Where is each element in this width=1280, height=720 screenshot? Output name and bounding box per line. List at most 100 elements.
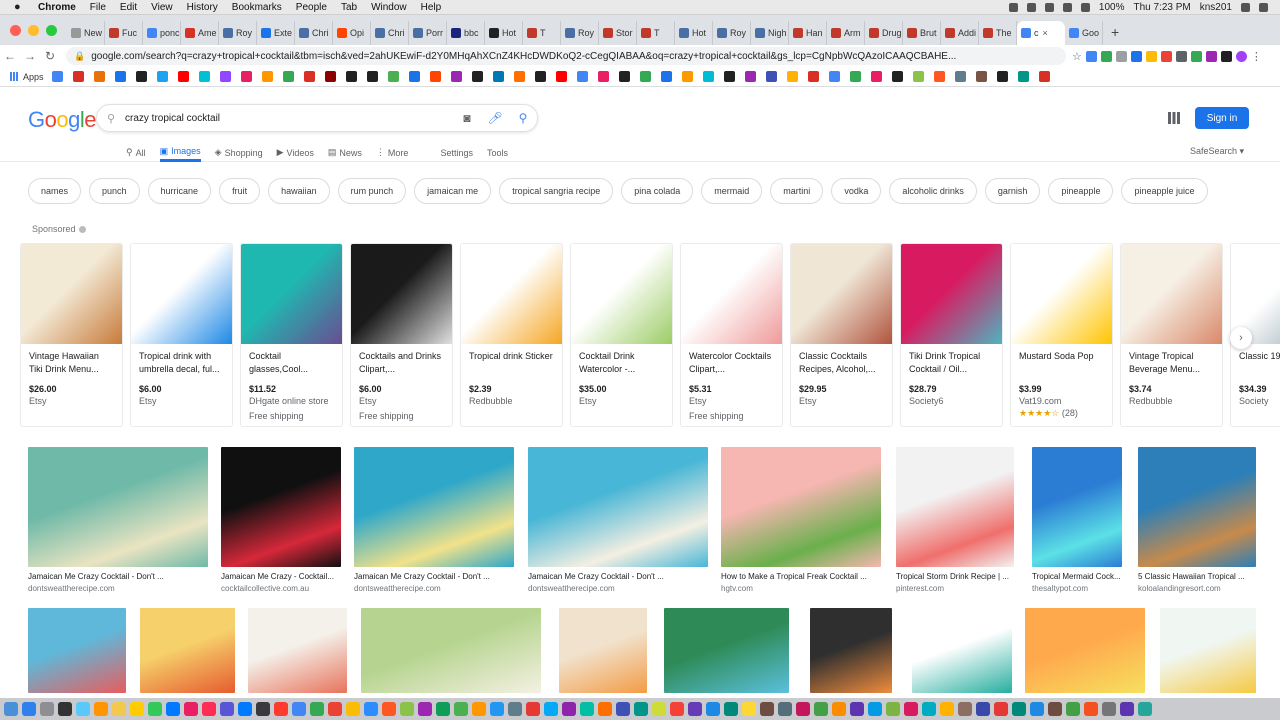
puzzle-icon[interactable] [1220, 50, 1232, 62]
result-title[interactable]: Jamaican Me Crazy Cocktail - Don't ... [354, 572, 514, 581]
bookmark-icon[interactable] [912, 71, 924, 82]
product-image[interactable] [131, 244, 232, 344]
dock-app-icon[interactable] [364, 702, 378, 716]
dock-app-icon[interactable] [994, 702, 1008, 716]
bookmark-icon[interactable] [72, 71, 84, 82]
dock-app-icon[interactable] [382, 702, 396, 716]
bookmark-icon[interactable] [492, 71, 504, 82]
extension-icon[interactable] [1145, 50, 1157, 62]
browser-tab[interactable]: Chri [295, 21, 333, 45]
browser-tab[interactable]: Stor [599, 21, 637, 45]
username[interactable]: kns201 [1200, 2, 1232, 13]
product-card[interactable]: Tropical drink with umbrella decal, ful.… [130, 243, 233, 427]
bookmark-icon[interactable] [849, 71, 861, 82]
browser-tab[interactable]: Brut [903, 21, 941, 45]
browser-tab[interactable]: bbc [447, 21, 485, 45]
dock-app-icon[interactable] [742, 702, 756, 716]
status-icon[interactable] [1062, 2, 1072, 12]
result-thumbnail[interactable] [361, 608, 541, 693]
result-thumbnail[interactable] [896, 447, 1014, 567]
browser-tab[interactable]: Opi [333, 21, 371, 45]
bookmark-icon[interactable] [513, 71, 525, 82]
bookmark-icon[interactable] [639, 71, 651, 82]
bookmark-icon[interactable] [156, 71, 168, 82]
dock-app-icon[interactable] [922, 702, 936, 716]
bookmark-icon[interactable] [408, 71, 420, 82]
bookmark-icon[interactable] [534, 71, 546, 82]
image-result[interactable] [1025, 608, 1145, 693]
bookmark-icon[interactable] [240, 71, 252, 82]
result-thumbnail[interactable] [140, 608, 235, 693]
result-source[interactable]: dontsweattherecipe.com [354, 584, 514, 593]
tab-settings[interactable]: Settings [440, 143, 473, 162]
dock-app-icon[interactable] [706, 702, 720, 716]
result-title[interactable]: Tropical Mermaid Cock... [1032, 572, 1122, 581]
browser-tab[interactable]: Addi [941, 21, 979, 45]
dock-app-icon[interactable] [346, 702, 360, 716]
image-result[interactable]: Jamaican Me Crazy Cocktail - Don't ... do… [354, 447, 514, 593]
result-title[interactable]: Jamaican Me Crazy - Cocktail... [221, 572, 341, 581]
status-icon[interactable] [1044, 2, 1054, 12]
browser-tab[interactable]: Porr [409, 21, 447, 45]
refinement-chip[interactable]: mermaid [701, 178, 763, 204]
status-icon[interactable] [1026, 2, 1036, 12]
browser-tab[interactable]: The [979, 21, 1017, 45]
bookmark-icon[interactable] [450, 71, 462, 82]
dock-app-icon[interactable] [292, 702, 306, 716]
refinement-chip[interactable]: alcoholic drinks [889, 178, 977, 204]
menu-help[interactable]: Help [421, 2, 442, 13]
image-result[interactable] [912, 608, 1012, 693]
new-tab-plus-icon[interactable]: + [1103, 24, 1127, 45]
browser-tab[interactable]: T [637, 21, 675, 45]
browser-tab[interactable]: Nigh [751, 21, 789, 45]
bookmark-icon[interactable] [555, 71, 567, 82]
product-title[interactable]: Vintage Hawaiian Tiki Drink Menu... [21, 344, 122, 383]
image-result[interactable] [559, 608, 647, 693]
image-result[interactable] [28, 608, 126, 693]
dock-app-icon[interactable] [130, 702, 144, 716]
browser-tab[interactable]: Goo [1065, 21, 1103, 45]
product-card[interactable]: Vintage Hawaiian Tiki Drink Menu... $26.0… [20, 243, 123, 427]
bookmark-icon[interactable] [828, 71, 840, 82]
dock-app-icon[interactable] [814, 702, 828, 716]
dock-app-icon[interactable] [958, 702, 972, 716]
dock-app-icon[interactable] [4, 702, 18, 716]
bookmark-icon[interactable] [366, 71, 378, 82]
dock-app-icon[interactable] [166, 702, 180, 716]
product-image[interactable] [351, 244, 452, 344]
bookmark-icon[interactable] [681, 71, 693, 82]
dock-app-icon[interactable] [1012, 702, 1026, 716]
dock-app-icon[interactable] [886, 702, 900, 716]
bookmark-icon[interactable] [93, 71, 105, 82]
dock-app-icon[interactable] [724, 702, 738, 716]
product-title[interactable]: Tropical drink Sticker [461, 344, 562, 383]
result-thumbnail[interactable] [28, 447, 208, 567]
product-title[interactable]: Classic Cocktails Recipes, Alcohol,... [791, 344, 892, 383]
menu-app-name[interactable]: Chrome [38, 2, 76, 13]
close-window-button[interactable] [10, 25, 21, 36]
back-arrow-icon[interactable]: ← [0, 49, 20, 63]
dock-app-icon[interactable] [220, 702, 234, 716]
tab-news[interactable]: ▤ News [328, 143, 362, 162]
product-card[interactable]: Vintage Tropical Beverage Menu... $3.74 Re… [1120, 243, 1223, 427]
product-title[interactable]: Mustard Soda Pop [1011, 344, 1112, 383]
reload-icon[interactable]: ↻ [40, 49, 60, 63]
dock-app-icon[interactable] [760, 702, 774, 716]
product-card[interactable]: Watercolor Cocktails Clipart,... $5.31 Ets… [680, 243, 783, 427]
close-tab-icon[interactable]: × [1043, 28, 1048, 38]
dock-app-icon[interactable] [1030, 702, 1044, 716]
result-source[interactable]: pinterest.com [896, 584, 1014, 593]
browser-tab[interactable]: Hot [675, 21, 713, 45]
lock-icon[interactable]: 🔒 [74, 51, 85, 62]
bookmark-icon[interactable] [933, 71, 945, 82]
tab-more[interactable]: ⋮ More [376, 143, 409, 162]
url-text[interactable]: google.com/search?q=crazy+tropical+cockt… [91, 51, 956, 62]
product-image[interactable] [1011, 244, 1112, 344]
result-thumbnail[interactable] [1032, 447, 1122, 567]
refinement-chip[interactable]: pineapple [1048, 178, 1114, 204]
extension-icon[interactable] [1130, 50, 1142, 62]
microphone-icon[interactable]: 🎤︎ [481, 111, 509, 125]
product-image[interactable] [791, 244, 892, 344]
dock-app-icon[interactable] [22, 702, 36, 716]
bookmark-icon[interactable] [177, 71, 189, 82]
